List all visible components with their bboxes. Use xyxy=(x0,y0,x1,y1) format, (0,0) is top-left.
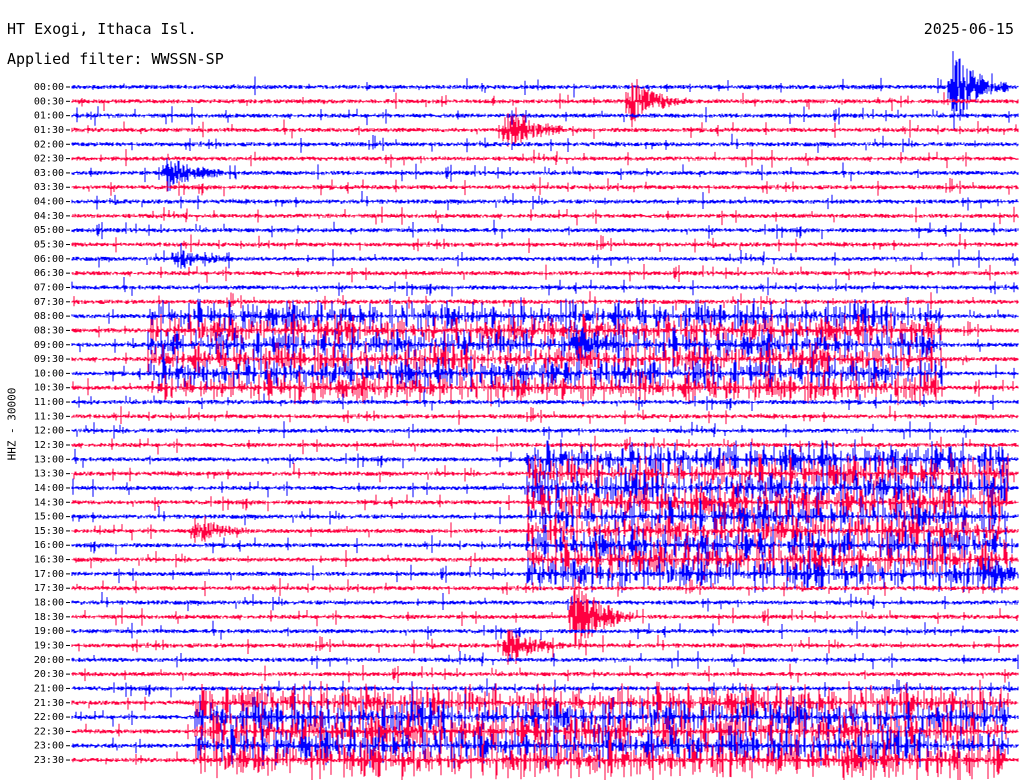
trace-line xyxy=(71,219,1019,240)
y-tick-label: 04:30 xyxy=(34,211,64,222)
y-tick-label: 04:00 xyxy=(34,197,64,208)
y-tick-label: 08:30 xyxy=(34,325,64,336)
trace-line xyxy=(71,264,1019,283)
y-tick-label: 22:30 xyxy=(34,726,64,737)
y-tick-label: 22:00 xyxy=(34,712,64,723)
y-tick-label: 08:00 xyxy=(34,311,64,322)
y-tick-label: 09:30 xyxy=(34,354,64,365)
y-tick-label: 07:00 xyxy=(34,282,64,293)
y-tick-label: 06:00 xyxy=(34,254,64,265)
y-tick-label: 10:30 xyxy=(34,383,64,394)
y-tick-label: 12:00 xyxy=(34,426,64,437)
y-tick-label: 11:30 xyxy=(34,411,64,422)
y-tick-label: 14:30 xyxy=(34,497,64,508)
y-tick-label: 14:00 xyxy=(34,483,64,494)
y-tick-label: 13:00 xyxy=(34,454,64,465)
trace-line xyxy=(71,234,1019,253)
helicorder-plot: 00:00 00:30 01:00 01:30 02:00 02:30 03:00 03:30… xyxy=(34,51,1019,780)
y-tick-label: 09:00 xyxy=(34,340,64,351)
y-tick-label: 12:30 xyxy=(34,440,64,451)
y-tick-label: 17:30 xyxy=(34,583,64,594)
trace-line xyxy=(71,51,1019,130)
y-tick-label: 21:30 xyxy=(34,698,64,709)
y-tick-label: 20:30 xyxy=(34,669,64,680)
trace-line xyxy=(71,592,1019,612)
y-tick-label: 23:00 xyxy=(34,741,64,752)
y-tick-label: 18:00 xyxy=(34,598,64,609)
seismogram-page: HT Exogi, Ithaca Isl. Applied filter: WW… xyxy=(0,0,1024,780)
trace-line xyxy=(71,243,1019,269)
y-tick-label: 15:00 xyxy=(34,512,64,523)
trace-line xyxy=(71,277,1019,297)
y-tick-label: 19:30 xyxy=(34,640,64,651)
y-tick-label: 23:30 xyxy=(34,755,64,766)
trace-line xyxy=(71,620,1019,641)
trace-line xyxy=(71,678,1019,698)
trace-line xyxy=(71,133,1019,153)
y-tick-label: 00:00 xyxy=(34,82,64,93)
y-tick-label: 00:30 xyxy=(34,96,64,107)
trace-line xyxy=(71,206,1019,226)
y-tick-label: 20:00 xyxy=(34,655,64,666)
y-tick-label: 05:30 xyxy=(34,240,64,251)
y-tick-label: 17:00 xyxy=(34,569,64,580)
trace-line xyxy=(71,421,1019,440)
y-tick-label: 13:30 xyxy=(34,469,64,480)
trace-line xyxy=(71,663,1019,683)
y-tick-label: 21:00 xyxy=(34,683,64,694)
trace-line xyxy=(71,191,1019,211)
y-tick-label: 19:00 xyxy=(34,626,64,637)
y-tick-label: 02:00 xyxy=(34,139,64,150)
y-tick-label: 02:30 xyxy=(34,154,64,165)
y-tick-label: 16:30 xyxy=(34,555,64,566)
y-tick-label: 18:30 xyxy=(34,612,64,623)
y-tick-label: 01:00 xyxy=(34,111,64,122)
trace-line xyxy=(71,650,1019,670)
trace-line xyxy=(71,405,1019,425)
trace-line xyxy=(71,106,1019,126)
y-tick-label: 11:00 xyxy=(34,397,64,408)
y-tick-label: 03:30 xyxy=(34,182,64,193)
trace-line xyxy=(71,177,1019,197)
y-tick-label: 06:30 xyxy=(34,268,64,279)
y-tick-label: 03:00 xyxy=(34,168,64,179)
y-tick-label: 16:00 xyxy=(34,540,64,551)
trace-line xyxy=(71,578,1019,597)
y-tick-label: 15:30 xyxy=(34,526,64,537)
y-tick-label: 07:30 xyxy=(34,297,64,308)
y-tick-label: 01:30 xyxy=(34,125,64,136)
y-tick-label: 10:00 xyxy=(34,368,64,379)
trace-line xyxy=(71,149,1019,169)
y-tick-label: 05:00 xyxy=(34,225,64,236)
